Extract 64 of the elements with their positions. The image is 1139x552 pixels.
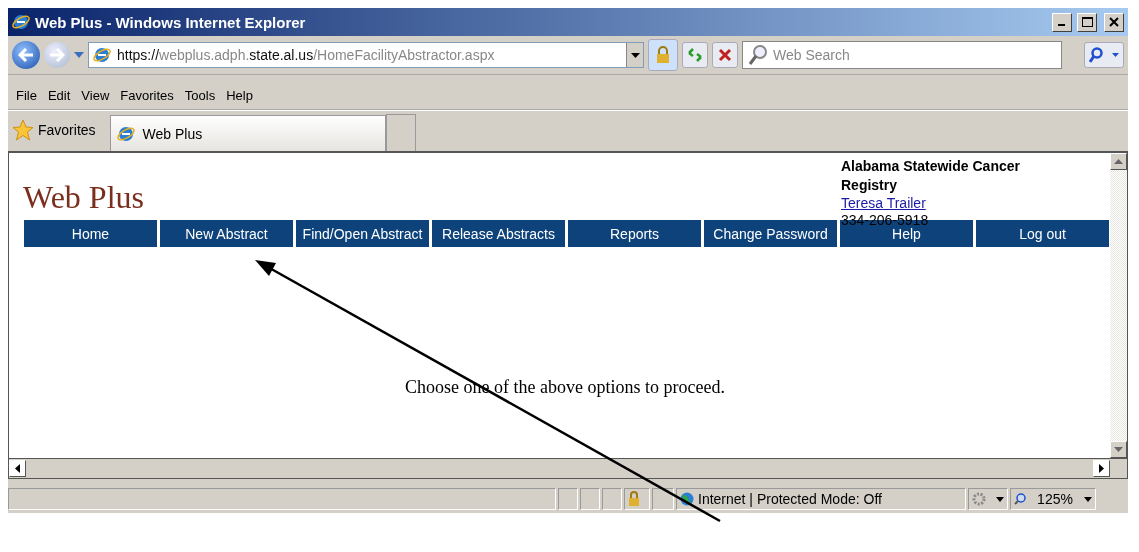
right-arrow-icon — [1099, 464, 1104, 473]
forward-arrow-icon — [49, 48, 65, 62]
status-bar-panel — [580, 488, 600, 510]
menu-item[interactable]: Help — [226, 87, 253, 103]
nav-button[interactable]: New Abstract — [160, 220, 293, 247]
search-icon — [748, 44, 768, 66]
zoom-button[interactable]: 125% — [1010, 488, 1096, 510]
menu-item[interactable]: Favorites — [120, 87, 174, 103]
star-icon — [12, 119, 34, 141]
search-field[interactable]: Web Search — [742, 41, 1062, 69]
menu-item[interactable]: Tools — [184, 87, 216, 103]
browser-logo-icon — [12, 13, 30, 31]
nav-button[interactable]: Release Abstracts — [432, 220, 565, 247]
down-arrow-icon — [1114, 447, 1123, 452]
status-bar-panel — [558, 488, 578, 510]
status-bar-panel — [602, 488, 622, 510]
padlock-icon — [628, 491, 640, 507]
close-button[interactable] — [1104, 12, 1124, 32]
search-icon — [1089, 47, 1104, 63]
addons-button[interactable] — [968, 488, 1008, 510]
user-link[interactable]: Teresa Trailer — [841, 195, 926, 211]
security-lock-button[interactable] — [648, 39, 678, 71]
nav-button[interactable]: Reports — [568, 220, 701, 247]
back-button[interactable] — [12, 41, 40, 69]
magnifier-icon — [1014, 493, 1026, 505]
maximize-button[interactable] — [1077, 12, 1097, 32]
maximize-icon — [1081, 17, 1093, 27]
menu-item[interactable]: File — [16, 87, 37, 103]
nav-button[interactable]: Log out — [976, 220, 1109, 247]
favorites-button[interactable]: Favorites — [38, 122, 96, 138]
refresh-button[interactable] — [682, 42, 708, 68]
up-arrow-icon — [1114, 159, 1123, 164]
dropdown-icon — [1084, 496, 1092, 502]
menu-item[interactable]: View — [81, 87, 110, 103]
page-icon — [93, 46, 111, 64]
page-icon — [116, 124, 135, 143]
dropdown-icon — [1111, 53, 1119, 57]
organization-name: Alabama Statewide Cancer Registry — [841, 157, 1021, 194]
refresh-arrows-icon — [687, 47, 703, 63]
browser-tab[interactable]: Web Plus — [109, 115, 386, 151]
address-field[interactable]: https://webplus.adph.state.al.us/HomeFacilityAbstractor.aspx — [88, 42, 644, 68]
minimize-button[interactable] — [1052, 12, 1072, 32]
back-arrow-icon — [18, 48, 34, 62]
url-text: https://webplus.adph.state.al.us/HomeFacilityAbstractor.aspx — [117, 47, 496, 63]
stop-button[interactable] — [712, 42, 738, 68]
nav-button[interactable]: Find/Open Abstract — [296, 220, 429, 247]
dropdown-icon — [996, 496, 1004, 502]
site-title: Web Plus — [23, 179, 144, 216]
left-arrow-icon — [15, 464, 20, 473]
gear-icon — [972, 492, 986, 506]
search-button[interactable] — [1084, 42, 1124, 68]
window-title: Web Plus - Windows Internet Explorer — [35, 13, 307, 31]
nav-button[interactable]: Home — [24, 220, 157, 247]
horizontal-scrollbar[interactable] — [8, 459, 1128, 479]
nav-button[interactable]: Change Password — [704, 220, 837, 247]
dropdown-icon[interactable] — [630, 52, 640, 58]
close-icon — [1109, 17, 1119, 27]
security-zone-text: Internet | Protected Mode: Off — [698, 491, 882, 507]
padlock-icon — [656, 46, 670, 64]
stop-icon — [718, 48, 732, 62]
globe-icon — [680, 492, 694, 506]
status-bar-panel — [652, 488, 674, 510]
vertical-scrollbar[interactable] — [1110, 153, 1127, 458]
menu-item[interactable]: Edit — [47, 87, 71, 103]
